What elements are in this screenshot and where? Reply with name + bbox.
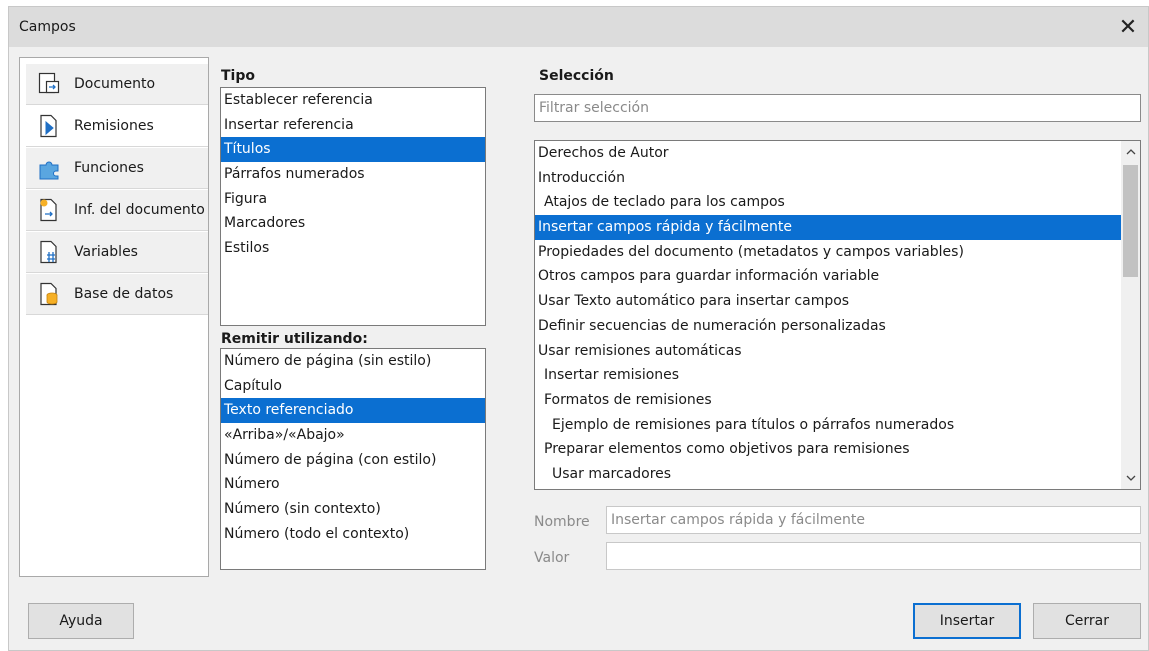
insert-button[interactable]: Insertar: [913, 603, 1021, 639]
sidebar-item-variables[interactable]: Variables: [26, 232, 208, 273]
database-icon: [40, 282, 58, 306]
list-item[interactable]: Usar marcadores: [535, 462, 1121, 487]
list-item[interactable]: Usar Texto automático para insertar camp…: [535, 289, 1121, 314]
list-item[interactable]: Marcadores: [221, 211, 485, 236]
list-item[interactable]: Propiedades del documento (metadatos y c…: [535, 240, 1121, 265]
seleccion-header: Selección: [539, 68, 614, 84]
scroll-thumb[interactable]: [1123, 165, 1138, 277]
close-button[interactable]: Cerrar: [1033, 603, 1141, 639]
nombre-field[interactable]: [606, 506, 1141, 534]
scroll-up-icon[interactable]: [1121, 143, 1140, 161]
sidebar-item-label: Base de datos: [74, 286, 174, 302]
list-item[interactable]: Texto referenciado: [221, 398, 485, 424]
list-item[interactable]: Definir secuencias de numeración persona…: [535, 314, 1121, 339]
sidebar-item-base-datos[interactable]: Base de datos: [26, 274, 208, 315]
sidebar-item-documento[interactable]: Documento: [26, 64, 208, 105]
list-item[interactable]: Establecer referencia: [221, 88, 485, 113]
help-button[interactable]: Ayuda: [28, 603, 134, 639]
filter-selection-input[interactable]: [534, 94, 1141, 122]
sidebar-item-label: Inf. del documento: [74, 202, 205, 218]
list-item[interactable]: Títulos: [221, 137, 485, 163]
seleccion-list[interactable]: Derechos de Autor Introducción Atajos de…: [534, 140, 1141, 490]
list-item[interactable]: Capítulo: [221, 374, 485, 399]
list-item[interactable]: «Arriba»/«Abajo»: [221, 423, 485, 448]
cross-reference-icon: [40, 114, 57, 138]
sidebar-item-label: Documento: [74, 76, 156, 92]
sidebar-item-remisiones[interactable]: Remisiones: [26, 106, 208, 147]
tipo-header: Tipo: [221, 68, 255, 84]
list-item[interactable]: Número: [221, 472, 485, 497]
list-item[interactable]: Atajos de teclado para los campos: [535, 190, 1121, 215]
list-item[interactable]: Derechos de Autor: [535, 141, 1121, 166]
list-item[interactable]: Número de página (con estilo): [221, 448, 485, 473]
variables-icon: [40, 240, 57, 264]
list-item[interactable]: Número (sin contexto): [221, 497, 485, 522]
fields-dialog: Campos ✕ Documento Remisiones Funciones: [8, 6, 1149, 651]
sidebar-item-inf-documento[interactable]: Inf. del documento: [26, 190, 208, 231]
list-item[interactable]: Párrafos numerados: [221, 162, 485, 187]
list-item[interactable]: Insertar referencia: [221, 113, 485, 138]
nombre-label: Nombre: [534, 514, 590, 530]
list-item[interactable]: Formatos de remisiones: [535, 388, 1121, 413]
list-item[interactable]: Introducción: [535, 166, 1121, 191]
sidebar-item-label: Funciones: [74, 160, 144, 176]
tipo-list[interactable]: Establecer referencia Insertar referenci…: [220, 87, 486, 326]
list-item[interactable]: Insertar campos rápida y fácilmente: [535, 215, 1121, 240]
valor-label: Valor: [534, 550, 570, 566]
list-item[interactable]: Número (todo el contexto): [221, 522, 485, 547]
scroll-down-icon[interactable]: [1121, 469, 1140, 487]
sidebar-item-label: Variables: [74, 244, 138, 260]
dialog-title: Campos: [19, 19, 76, 35]
list-item[interactable]: Ejemplo de remisiones para títulos o pár…: [535, 413, 1121, 438]
close-icon[interactable]: ✕: [1108, 7, 1148, 47]
category-sidebar: Documento Remisiones Funciones Inf. del …: [19, 57, 209, 577]
vertical-scrollbar[interactable]: [1121, 141, 1140, 489]
remitir-list[interactable]: Número de página (sin estilo) Capítulo T…: [220, 348, 486, 570]
list-item[interactable]: Figura: [221, 187, 485, 212]
list-item[interactable]: Estilos: [221, 236, 485, 261]
document-info-icon: [40, 198, 57, 222]
title-bar: Campos ✕: [9, 7, 1148, 47]
remitir-header: Remitir utilizando:: [221, 331, 368, 347]
sidebar-item-funciones[interactable]: Funciones: [26, 148, 208, 189]
functions-icon: [39, 161, 59, 180]
sidebar-item-label: Remisiones: [74, 118, 154, 134]
document-field-icon: [38, 72, 60, 94]
list-item[interactable]: Insertar remisiones: [535, 363, 1121, 388]
list-item[interactable]: Usar remisiones automáticas: [535, 339, 1121, 364]
list-item[interactable]: Preparar elementos como objetivos para r…: [535, 437, 1121, 462]
list-item[interactable]: Otros campos para guardar información va…: [535, 264, 1121, 289]
list-item[interactable]: Número de página (sin estilo): [221, 349, 485, 374]
valor-field[interactable]: [606, 542, 1141, 570]
